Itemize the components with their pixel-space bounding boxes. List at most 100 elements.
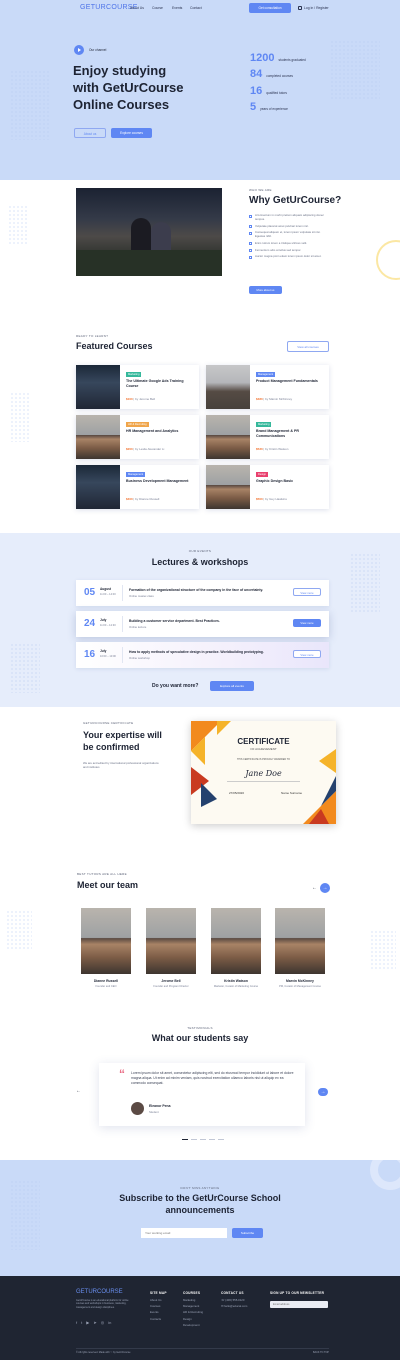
subscribe-eyebrow: DON'T MISS ANYTHING bbox=[180, 1186, 220, 1190]
view-more-button[interactable]: View more bbox=[293, 588, 321, 596]
certificate-signature: Name Surname bbox=[281, 791, 303, 795]
testimonial-quote: Lorem ipsum dolor sit amet, consectetur … bbox=[131, 1071, 294, 1085]
check-icon bbox=[249, 225, 252, 229]
nav-link-course[interactable]: Course bbox=[152, 6, 163, 10]
footer-sitemap-list: About Us Courses Events Contacts bbox=[150, 1297, 162, 1322]
course-thumbnail bbox=[76, 465, 120, 509]
footer-contact-list: ☏ (406) 555-0120 ✉ hello@educat.com bbox=[221, 1297, 247, 1309]
course-thumbnail bbox=[206, 365, 250, 409]
certificate-title: CERTIFICATE bbox=[237, 737, 290, 746]
footer-link[interactable]: HR & Recruiting bbox=[183, 1309, 203, 1315]
course-thumbnail bbox=[76, 365, 120, 409]
social-links: f t ▶ ➤ ◎ in bbox=[76, 1320, 111, 1325]
course-tag: Management bbox=[126, 472, 146, 477]
list-item: Vulputate placerat amet pulvinar lorem n… bbox=[249, 224, 331, 229]
team-member-card[interactable]: Jerome Bell Founder and Program Director bbox=[146, 908, 196, 988]
course-card[interactable]: Management Business Development Managemen… bbox=[76, 465, 199, 509]
view-more-button[interactable]: View more bbox=[293, 619, 321, 627]
subscribe-section bbox=[0, 1160, 400, 1276]
hero-badge: Our channel bbox=[89, 48, 107, 52]
dots-pattern bbox=[370, 930, 396, 970]
footer-logo[interactable]: GETURCOURSE bbox=[76, 1289, 123, 1295]
team-eyebrow: BEST TUTORS ARE ALL HERE bbox=[77, 872, 127, 876]
footer-link[interactable]: Contacts bbox=[150, 1316, 162, 1322]
more-about-us-button[interactable]: More about us bbox=[249, 286, 282, 294]
certificate-awarded: THIS CERTIFICATE IS PROUDLY AWARDED TO bbox=[237, 758, 290, 761]
course-card[interactable]: Management Product Management Fundamental… bbox=[206, 365, 329, 409]
stat-tutors: 16 qualified tutors bbox=[250, 85, 287, 97]
view-all-courses-button[interactable]: View all courses bbox=[287, 341, 329, 352]
instagram-icon[interactable]: ◎ bbox=[101, 1320, 105, 1325]
user-icon bbox=[298, 6, 302, 10]
next-arrow-icon[interactable]: → bbox=[320, 883, 330, 893]
prev-arrow-icon[interactable]: ← bbox=[76, 1088, 81, 1094]
course-card[interactable]: Marketing Brand Management & PR Communica… bbox=[206, 415, 329, 459]
about-us-button[interactable]: About us bbox=[74, 128, 106, 138]
play-icon[interactable] bbox=[74, 45, 84, 55]
pagination-dot[interactable] bbox=[191, 1139, 197, 1140]
footer-link[interactable]: Development bbox=[183, 1322, 203, 1328]
linkedin-icon[interactable]: in bbox=[108, 1320, 111, 1325]
list-item: Consequat aliquam et, lorem ipsum vulput… bbox=[249, 231, 331, 239]
team-member-card[interactable]: Kristin Watson Marketer, Curator of Marke… bbox=[211, 908, 261, 988]
telegram-icon[interactable]: ➤ bbox=[93, 1320, 96, 1325]
footer-copyright: © All rights reserved. Made with ♡ by Ge… bbox=[76, 1351, 131, 1354]
check-icon bbox=[249, 255, 252, 259]
pagination-dot[interactable] bbox=[182, 1139, 188, 1140]
course-card[interactable]: Design Graphic Design Basic $500 | by Guy … bbox=[206, 465, 329, 509]
event-row[interactable]: 16 July 10:00 – 13:00 How to apply methods … bbox=[76, 642, 329, 668]
dots-pattern bbox=[6, 910, 32, 950]
team-member-photo bbox=[81, 908, 131, 974]
course-card[interactable]: HR & Recruiting HR Management and Analyti… bbox=[76, 415, 199, 459]
testimonial-card: “ Lorem ipsum dolor sit amet, consectetu… bbox=[99, 1063, 305, 1126]
course-title: The Ultimate Google Ads Training Course bbox=[126, 379, 184, 388]
explore-courses-button[interactable]: Explore courses bbox=[111, 128, 152, 138]
pagination-dot[interactable] bbox=[209, 1139, 215, 1140]
nav-link-about[interactable]: About Us bbox=[130, 6, 144, 10]
pagination-dot[interactable] bbox=[200, 1139, 206, 1140]
view-more-button[interactable]: View more bbox=[293, 650, 321, 658]
course-tag: Design bbox=[256, 472, 269, 477]
nav-link-contact[interactable]: Contact bbox=[190, 6, 202, 10]
get-consultation-button[interactable]: Get consultation bbox=[249, 3, 291, 13]
list-item: Auctor magna proin etiam lorem ipsum dol… bbox=[249, 255, 331, 259]
course-tag: Management bbox=[256, 372, 276, 377]
next-arrow-icon[interactable]: → bbox=[318, 1088, 328, 1096]
list-item: A fermentum in morbi pretium aliquam adi… bbox=[249, 213, 331, 222]
footer-email[interactable]: ✉ hello@educat.com bbox=[221, 1303, 247, 1309]
subscribe-title: Subscribe to the GetUrCourse School annou… bbox=[119, 1193, 281, 1215]
course-title: Product Management Fundamentals bbox=[256, 379, 318, 383]
team-title: Meet our team bbox=[77, 880, 139, 890]
event-row[interactable]: 24 July 11:00 – 12:30 Building a customer s… bbox=[76, 611, 329, 637]
team-member-card[interactable]: Marvin McKinney PM, Curator of Management… bbox=[275, 908, 325, 988]
event-row[interactable]: 05 August 11:00 – 14:00 Formation of the or… bbox=[76, 580, 329, 606]
footer-about: GetUrCourse is an educational platform f… bbox=[76, 1299, 129, 1309]
team-member-card[interactable]: Dianne Russell Founder and CEO bbox=[81, 908, 131, 988]
nav-link-events[interactable]: Events bbox=[172, 6, 182, 10]
prev-arrow-icon[interactable]: ← bbox=[312, 885, 317, 891]
course-price: $200 | by Leslie Alexander Li bbox=[126, 447, 165, 451]
carousel-pagination bbox=[182, 1139, 224, 1140]
footer: GETURCOURSE GetUrCourse is an educationa… bbox=[0, 1276, 400, 1360]
explore-all-events-button[interactable]: Explore all events bbox=[210, 681, 254, 691]
youtube-icon[interactable]: ▶ bbox=[86, 1320, 89, 1325]
why-eyebrow: WHO WE ARE bbox=[249, 188, 272, 192]
pagination-dot[interactable] bbox=[218, 1139, 224, 1140]
check-icon bbox=[249, 214, 252, 218]
twitter-icon[interactable]: t bbox=[81, 1320, 82, 1325]
course-card[interactable]: Marketing The Ultimate Google Ads Trainin… bbox=[76, 365, 199, 409]
newsletter-email-field[interactable] bbox=[270, 1301, 328, 1308]
list-item: Fermentum odio at tellus sed tempor. bbox=[249, 248, 331, 253]
testimonials-title: What our students say bbox=[151, 1033, 249, 1043]
dots-pattern bbox=[8, 205, 28, 245]
email-field[interactable] bbox=[141, 1228, 227, 1238]
cert-description: We are accredited by international profe… bbox=[83, 761, 159, 769]
hero-title: Enjoy studying with GetUrCourse Online C… bbox=[73, 63, 184, 112]
list-item: Enim rutrum lorem a tristique ultrices v… bbox=[249, 241, 331, 246]
login-register-link[interactable]: Log in / Register bbox=[304, 6, 329, 10]
dots-pattern bbox=[10, 643, 40, 693]
footer-newsletter-heading: SIGN UP TO OUR NEWSLETTER bbox=[270, 1291, 325, 1295]
back-to-top-link[interactable]: BACK TO TOP bbox=[313, 1351, 329, 1354]
facebook-icon[interactable]: f bbox=[76, 1320, 77, 1325]
subscribe-button[interactable]: Subscribe bbox=[232, 1228, 263, 1238]
